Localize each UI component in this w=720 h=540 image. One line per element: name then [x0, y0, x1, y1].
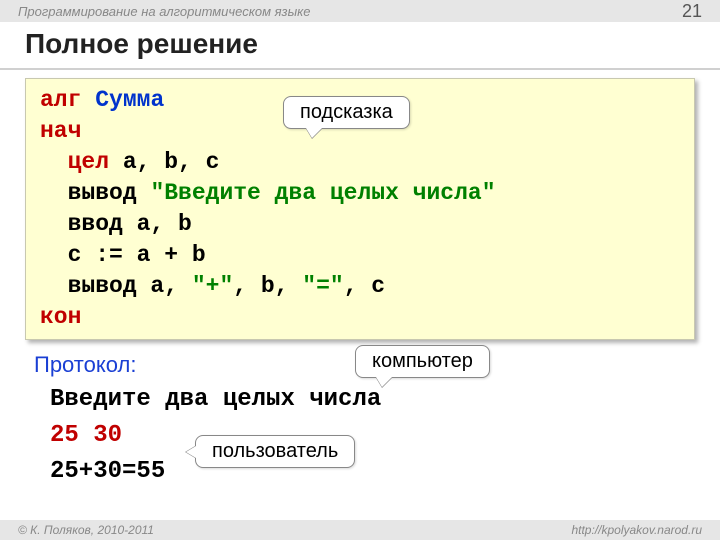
protocol-block: Введите два целых числа 25 30 25+30=55	[50, 382, 720, 490]
page-number: 21	[682, 1, 702, 22]
footer-bar: © К. Поляков, 2010-2011 http://kpolyakov…	[0, 520, 720, 540]
str-eq: "="	[302, 273, 343, 299]
var-decl: a, b, c	[109, 149, 219, 175]
str-plus: "+"	[192, 273, 233, 299]
prog-name: Сумма	[95, 87, 164, 113]
stmt-out1a: вывод	[68, 180, 151, 206]
str-prompt: "Введите два целых числа"	[150, 180, 495, 206]
slide-title: Полное решение	[0, 22, 720, 70]
stmt-out2c: , b,	[233, 273, 302, 299]
protocol-line-2: 25 30	[50, 418, 720, 454]
stmt-out2e: , c	[344, 273, 385, 299]
callout-user: пользователь	[195, 435, 355, 468]
code-line-7: вывод a, "+", b, "=", c	[40, 271, 680, 302]
kw-int: цел	[68, 149, 109, 175]
stmt-assign: c := a + b	[68, 242, 206, 268]
footer-url: http://kpolyakov.narod.ru	[571, 523, 702, 537]
stmt-in: ввод a, b	[68, 211, 192, 237]
header-subject: Программирование на алгоритмическом язык…	[18, 4, 311, 19]
header-bar: Программирование на алгоритмическом язык…	[0, 0, 720, 22]
kw-alg: алг	[40, 87, 81, 113]
protocol-line-1: Введите два целых числа	[50, 382, 720, 418]
code-line-4: вывод "Введите два целых числа"	[40, 178, 680, 209]
kw-end: кон	[40, 304, 81, 330]
footer-copyright: © К. Поляков, 2010-2011	[18, 523, 154, 537]
protocol-line-3: 25+30=55	[50, 454, 720, 490]
code-line-8: кон	[40, 302, 680, 333]
code-line-6: c := a + b	[40, 240, 680, 271]
code-line-5: ввод a, b	[40, 209, 680, 240]
callout-hint: подсказка	[283, 96, 410, 129]
stmt-out2a: вывод a,	[68, 273, 192, 299]
code-line-3: цел a, b, c	[40, 147, 680, 178]
kw-begin: нач	[40, 118, 81, 144]
callout-computer: компьютер	[355, 345, 490, 378]
